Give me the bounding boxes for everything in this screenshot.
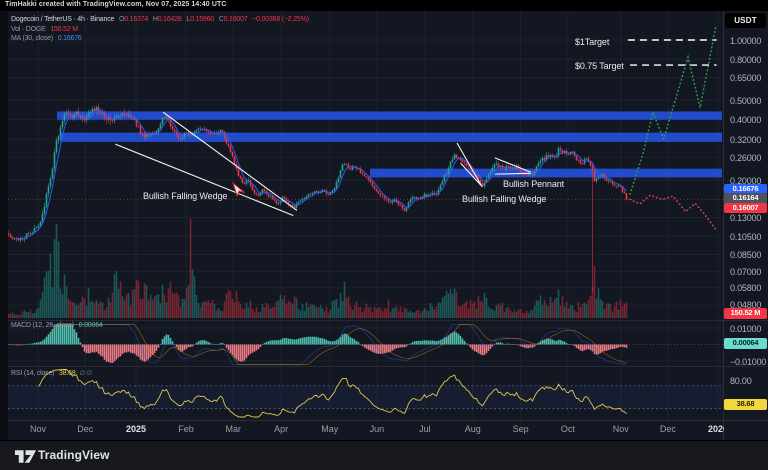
macd-title: MACD (12, 26, close): [11, 322, 74, 329]
time-axis-label: May: [321, 424, 338, 434]
rsi-title: RSI (14, close): [11, 370, 54, 377]
annotation-target-1[interactable]: $1Target: [575, 37, 609, 47]
currency-toggle-button[interactable]: USDT: [725, 13, 766, 28]
tradingview-brand: TradingView: [38, 448, 110, 462]
price-axis-label: 0.50000: [730, 96, 761, 106]
time-axis-label: Aug: [465, 424, 481, 434]
low-value: 0.15960: [190, 16, 214, 23]
volume-value: 150.52 M: [50, 26, 78, 33]
left-margin: [0, 11, 8, 440]
time-axis-label: Dec: [77, 424, 93, 434]
volume-label: Vol · DOGE: [11, 26, 46, 33]
price-axis-label: 0.13000: [730, 213, 761, 223]
time-axis-label: Apr: [274, 424, 288, 434]
price-axis-label: 0.26000: [730, 153, 761, 163]
attribution-bar: TimHakki created with TradingView.com, N…: [0, 0, 768, 11]
rsi-value-badge: 38.68: [724, 399, 767, 410]
ma-line: MA (30, close) 0.16676: [11, 34, 309, 44]
ma-label: MA (30, close): [11, 35, 53, 42]
last-price-badge: 0.16007: [724, 203, 767, 214]
symbol-legend[interactable]: Dogecoin / TetherUS · 4h · Binance O0.16…: [11, 15, 309, 44]
time-axis-label: Nov: [30, 424, 46, 434]
price-axis-label: 0.32000: [730, 135, 761, 145]
price-axis-label: 0.80000: [730, 55, 761, 65]
time-axis-label: Nov: [613, 424, 629, 434]
time-axis-label: Feb: [178, 424, 194, 434]
time-axis-label: 2026: [708, 424, 724, 434]
change-value: −0.00368 (−2.25%): [252, 16, 309, 23]
tradingview-logo-icon: [14, 448, 37, 464]
rsi-pane-title[interactable]: RSI (14, close) 38.68 ∅ ∅: [11, 369, 92, 377]
time-axis-label: Sep: [513, 424, 529, 434]
open-value: 0.16374: [124, 16, 148, 23]
price-chart-canvas[interactable]: [0, 0, 768, 470]
rsi-value: 38.68: [59, 370, 76, 377]
time-axis-label: Jul: [419, 424, 431, 434]
annotation-falling-wedge-2[interactable]: Bullish Falling Wedge: [462, 194, 546, 204]
price-axis-label: 0.10500: [730, 232, 761, 242]
rsi-extra-values: ∅ ∅: [79, 370, 92, 377]
price-axis-label: 0.65000: [730, 73, 761, 83]
time-axis-label: Mar: [225, 424, 241, 434]
attribution-text: TimHakki created with TradingView.com, N…: [5, 1, 227, 8]
symbol-ohlc-line: Dogecoin / TetherUS · 4h · Binance O0.16…: [11, 15, 309, 25]
time-axis-label: Oct: [561, 424, 575, 434]
macd-value-badge: 0.00064: [724, 338, 767, 349]
time-axis-label: Dec: [660, 424, 676, 434]
close-value: 0.16007: [224, 16, 248, 23]
price-axis-label: 1.00000: [730, 36, 761, 46]
footer-bar: TradingView: [0, 440, 768, 470]
annotation-target-075[interactable]: $0.75 Target: [575, 61, 624, 71]
macd-pane-title[interactable]: MACD (12, 26, close) 0.00064: [11, 322, 103, 329]
high-value: 0.16428: [158, 16, 182, 23]
macd-axis-label: 0.01000: [730, 324, 761, 334]
time-axis[interactable]: Nov Dec 2025 Feb Mar Apr May Jun Jul Aug Sep Oct Nov…: [0, 420, 724, 440]
ma-value: 0.16676: [58, 35, 82, 42]
price-axis-label: 0.05800: [730, 283, 761, 293]
price-axis-label: 0.40000: [730, 115, 761, 125]
annotation-bullish-pennant[interactable]: Bullish Pennant: [503, 179, 564, 189]
rsi-axis-label: 80.00: [730, 376, 752, 386]
symbol-title[interactable]: Dogecoin / TetherUS · 4h · Binance: [11, 16, 114, 23]
macd-axis-label: −0.01000: [730, 357, 766, 367]
volume-badge: 150.52 M: [724, 308, 767, 319]
time-axis-label: Jun: [370, 424, 385, 434]
price-axis-label: 0.08500: [730, 250, 761, 260]
macd-value: 0.00064: [79, 322, 103, 329]
tradingview-chart-window: TimHakki created with TradingView.com, N…: [0, 0, 768, 470]
time-axis-label: 2025: [126, 424, 146, 434]
price-axis[interactable]: 1.00000 0.80000 0.65000 0.50000 0.40000 0.320…: [723, 11, 768, 440]
volume-line: Vol · DOGE 150.52 M: [11, 25, 309, 35]
annotation-falling-wedge-1[interactable]: Bullish Falling Wedge: [143, 191, 227, 201]
price-axis-label: 0.07000: [730, 267, 761, 277]
